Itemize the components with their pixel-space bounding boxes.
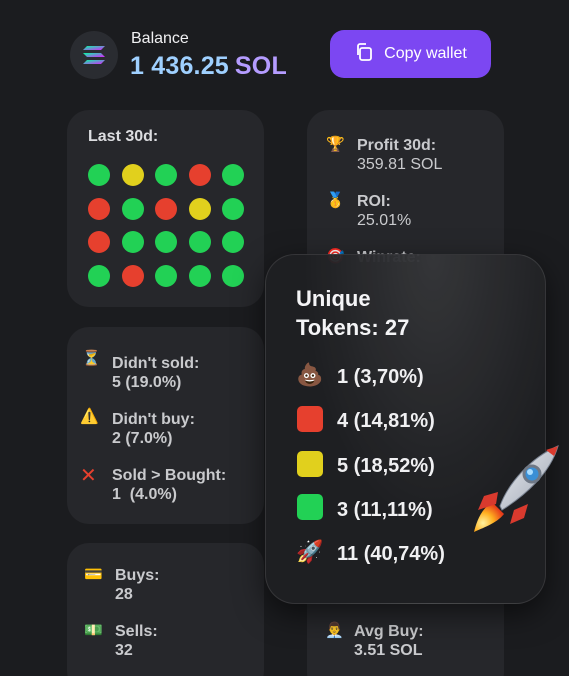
popup-row-yellow: 5 (18,52%) xyxy=(337,455,435,477)
roi-value: 25.01% xyxy=(357,212,412,229)
popup-title: Unique Tokens: 27 xyxy=(296,284,409,342)
day-dot-green xyxy=(222,231,244,253)
person-icon: 👨‍💼 xyxy=(325,622,344,639)
day-dot-green xyxy=(121,231,144,253)
sold-bought-value: 1 (4.0%) xyxy=(112,486,177,503)
day-dot-green xyxy=(88,164,110,186)
didnt-buy-value: 2 (7.0%) xyxy=(112,430,173,447)
day-dot-red xyxy=(88,197,110,220)
red-square-icon xyxy=(297,406,323,432)
day-dot-yellow xyxy=(188,197,211,220)
warning-icon: ⚠️ xyxy=(80,408,99,425)
popup-row-red: 4 (14,81%) xyxy=(337,410,435,432)
profit-label: Profit 30d: xyxy=(357,137,437,154)
balance-value: 1 436.25 SOL xyxy=(130,52,287,81)
day-dot-green xyxy=(88,264,110,287)
buys-sells-card xyxy=(67,543,264,676)
trophy-icon: 🏆 xyxy=(326,136,345,153)
day-dot-green xyxy=(155,264,177,287)
didnt-sold-value: 5 (19.0%) xyxy=(112,374,182,391)
buys-value: 28 xyxy=(115,586,133,603)
roi-label: ROI: xyxy=(357,193,391,210)
avg-buy-value: 3.51 SOL xyxy=(354,642,423,659)
balance-label: Balance xyxy=(131,30,189,47)
avg-buy-label: Avg Buy: xyxy=(354,623,424,640)
hourglass-icon: ⏳ xyxy=(82,350,101,367)
day-dot-red xyxy=(121,264,144,287)
day-dot-green xyxy=(222,197,244,220)
day-dot-green xyxy=(121,197,144,220)
solana-logo-icon xyxy=(70,31,118,79)
day-dot-green xyxy=(222,164,244,186)
sold-bought-label: Sold > Bought: xyxy=(112,467,227,484)
popup-title-line2: Tokens: 27 xyxy=(296,315,410,340)
day-dot-yellow xyxy=(121,164,144,186)
day-dot-red xyxy=(188,164,211,186)
day-dot-green xyxy=(188,264,211,287)
day-dot-green xyxy=(188,231,211,253)
popup-row-rocket: 11 (40,74%) xyxy=(337,543,445,565)
day-dot-green xyxy=(222,264,244,287)
green-square-icon xyxy=(297,494,323,520)
balance-unit: SOL xyxy=(234,52,287,80)
credit-card-icon: 💳 xyxy=(84,566,103,583)
day-dot-red xyxy=(88,231,110,253)
copy-icon xyxy=(354,42,374,67)
big-rocket-icon xyxy=(470,440,565,535)
poop-icon: 💩 xyxy=(296,362,324,387)
money-icon: 💵 xyxy=(84,622,103,639)
sells-label: Sells: xyxy=(115,623,158,640)
copy-wallet-label: Copy wallet xyxy=(384,45,467,62)
popup-row-poop: 1 (3,70%) xyxy=(337,366,424,388)
rocket-icon: 🚀 xyxy=(296,539,324,564)
didnt-buy-label: Didn't buy: xyxy=(112,411,195,428)
medal-icon: 🥇 xyxy=(326,192,345,209)
profit-value: 359.81 SOL xyxy=(357,156,443,173)
popup-title-line1: Unique xyxy=(296,286,371,311)
didnt-sold-label: Didn't sold: xyxy=(112,355,200,372)
sells-value: 32 xyxy=(115,642,133,659)
cross-icon: ✕ xyxy=(80,465,97,487)
day-dot-red xyxy=(155,197,177,220)
day-dot-green xyxy=(155,164,177,186)
buys-label: Buys: xyxy=(115,567,160,584)
copy-wallet-button[interactable]: Copy wallet xyxy=(330,30,491,78)
popup-row-green: 3 (11,11%) xyxy=(337,499,433,521)
balance-amount: 1 436.25 xyxy=(130,52,229,80)
yellow-square-icon xyxy=(297,451,323,477)
last-30d-title: Last 30d: xyxy=(88,128,159,145)
day-dot-green xyxy=(155,231,177,253)
